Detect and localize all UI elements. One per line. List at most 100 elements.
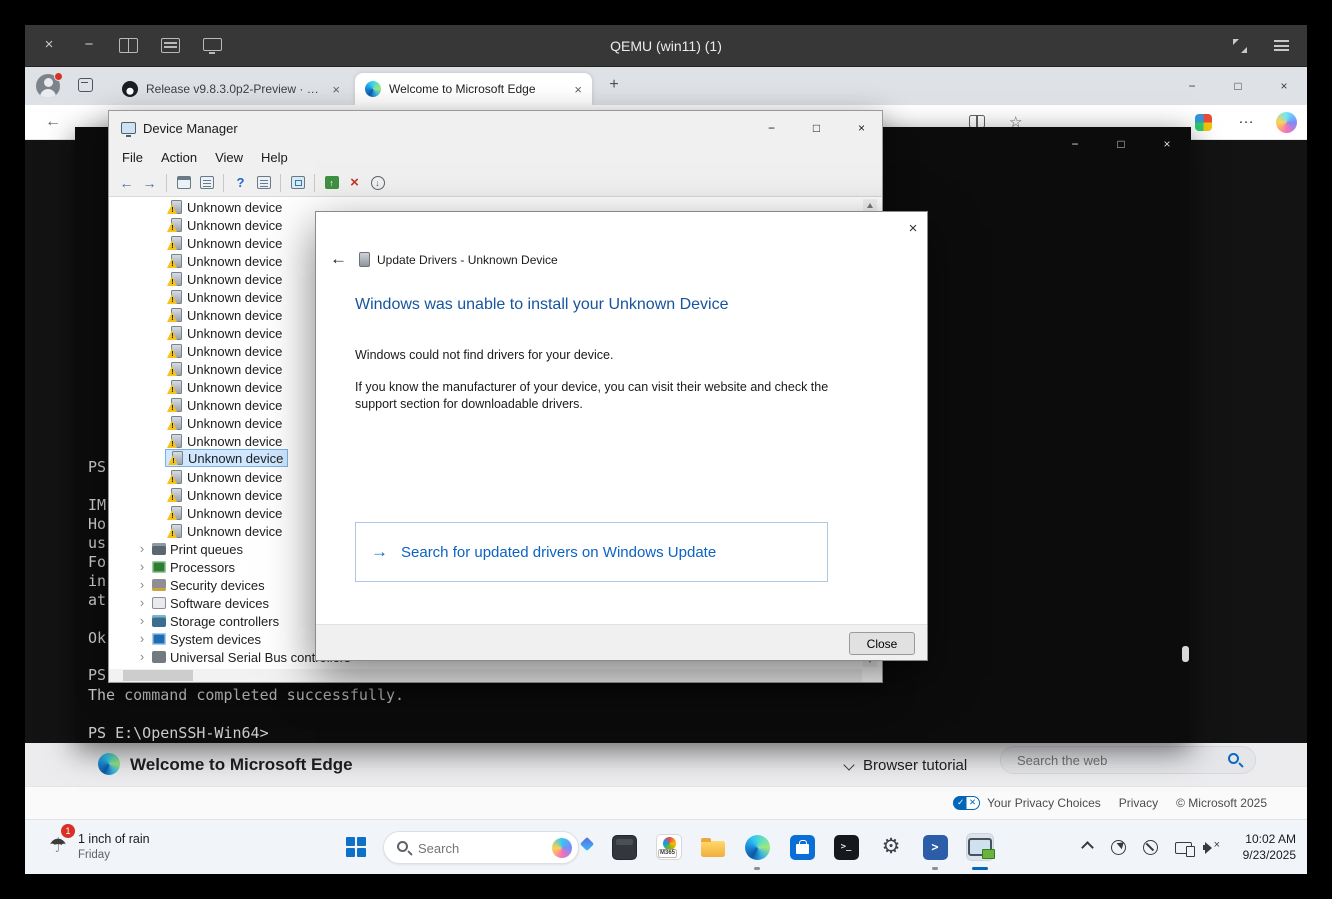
taskbar-search-input[interactable] [418, 838, 528, 858]
toolbar-properties-icon[interactable] [255, 174, 272, 191]
scrollbar-thumb[interactable] [123, 670, 193, 681]
toolbar-uninstall-icon[interactable]: × [346, 174, 363, 191]
close-button[interactable]: Close [849, 632, 915, 655]
tab-github-release[interactable]: Release v9.8.3.0p2-Preview · Pow × [112, 73, 350, 105]
menu-file[interactable]: File [113, 150, 152, 165]
search-icon[interactable] [1228, 753, 1239, 764]
tree-row-unknown-device[interactable]: Unknown device [167, 306, 282, 324]
dialog-close-icon[interactable]: × [902, 217, 924, 239]
search-highlights-icon[interactable] [580, 837, 594, 851]
tree-row-unknown-device[interactable]: Unknown device [167, 432, 282, 450]
tree-row-unknown-device[interactable]: Unknown device [167, 324, 282, 342]
extension-icon[interactable] [1195, 114, 1212, 131]
edge-close-icon[interactable]: × [1261, 67, 1307, 105]
search-windows-update-button[interactable]: → Search for updated drivers on Windows … [355, 522, 828, 582]
tree-row-category[interactable]: ›Processors [136, 558, 235, 576]
browser-menu-icon[interactable]: … [1238, 110, 1254, 128]
tree-row-unknown-device[interactable]: Unknown device [167, 396, 282, 414]
dm-close-icon[interactable]: × [839, 111, 884, 145]
chevron-right-icon[interactable]: › [136, 561, 148, 573]
ps-close-icon[interactable]: × [1144, 127, 1190, 160]
tree-row-category[interactable]: ›Software devices [136, 594, 269, 612]
tree-row-unknown-device[interactable]: Unknown device [167, 486, 282, 504]
tab-close-icon[interactable]: × [332, 82, 340, 97]
taskbar-app-file-explorer[interactable] [699, 833, 727, 861]
tree-row-unknown-device[interactable]: Unknown device [167, 468, 282, 486]
web-search-box[interactable] [1000, 746, 1256, 774]
toolbar-help-icon[interactable]: ? [232, 174, 249, 191]
tree-row-unknown-device[interactable]: Unknown device [167, 522, 282, 540]
privacy-link[interactable]: Privacy [1119, 796, 1158, 810]
chevron-right-icon[interactable]: › [136, 579, 148, 591]
browser-tutorial-dropdown[interactable]: Browser tutorial [845, 752, 967, 778]
toolbar-scan-icon[interactable] [289, 174, 306, 191]
weather-icon[interactable]: ☂ [49, 834, 67, 858]
taskbar-search-box[interactable] [383, 831, 579, 864]
tree-row-unknown-device[interactable]: Unknown device [167, 378, 282, 396]
privacy-choices-link[interactable]: Your Privacy Choices [953, 796, 1101, 810]
tree-row-unknown-device[interactable]: Unknown device [167, 198, 282, 216]
dm-minimize-icon[interactable]: − [749, 111, 794, 145]
web-search-input[interactable] [1017, 751, 1207, 769]
taskbar-app-settings[interactable]: ⚙ [877, 833, 905, 861]
edge-maximize-icon[interactable]: □ [1215, 67, 1261, 105]
weather-title[interactable]: 1 inch of rain [78, 832, 150, 846]
taskbar-app-edge[interactable] [743, 833, 771, 861]
taskbar-app-terminal[interactable]: >_ [832, 833, 860, 861]
volume-muted-icon[interactable] [1203, 840, 1220, 855]
tree-row-unknown-device[interactable]: Unknown device [167, 216, 282, 234]
tab-close-icon[interactable]: × [574, 82, 582, 97]
toolbar-list-icon[interactable] [198, 174, 215, 191]
sync-icon[interactable] [1111, 840, 1126, 855]
taskbar-app-dark-window[interactable] [610, 833, 638, 861]
menu-action[interactable]: Action [152, 150, 206, 165]
taskbar-app-powershell[interactable]: > [921, 833, 949, 861]
chevron-right-icon[interactable]: › [136, 651, 148, 663]
tree-row-unknown-device-selected[interactable]: Unknown device [165, 449, 288, 467]
edge-minimize-icon[interactable]: − [1169, 67, 1215, 105]
toolbar-forward-icon[interactable]: → [141, 174, 158, 191]
do-not-disturb-icon[interactable] [1143, 840, 1158, 855]
browser-back-icon[interactable]: ← [45, 113, 61, 131]
tree-row-unknown-device[interactable]: Unknown device [167, 234, 282, 252]
taskbar-clock[interactable]: 10:02 AM 9/23/2025 [1243, 831, 1296, 863]
weather-subtitle[interactable]: Friday [78, 849, 110, 861]
tree-row-unknown-device[interactable]: Unknown device [167, 504, 282, 522]
chevron-right-icon[interactable]: › [136, 633, 148, 645]
scroll-up-icon[interactable] [867, 203, 873, 208]
menu-help[interactable]: Help [252, 150, 297, 165]
taskbar-app-m365[interactable]: M365 [655, 833, 683, 861]
toolbar-back-icon[interactable]: ← [118, 174, 135, 191]
tree-horizontal-scrollbar[interactable] [109, 669, 862, 682]
start-button[interactable] [346, 837, 366, 857]
dialog-back-icon[interactable]: ← [330, 249, 347, 269]
chevron-right-icon[interactable]: › [136, 615, 148, 627]
chevron-right-icon[interactable]: › [136, 597, 148, 609]
copilot-search-icon[interactable] [552, 838, 572, 858]
tree-row-category[interactable]: ›Storage controllers [136, 612, 279, 630]
dm-maximize-icon[interactable]: □ [794, 111, 839, 145]
terminal-scrollbar-thumb[interactable] [1182, 646, 1189, 662]
toolbar-disable-icon[interactable]: ↓ [369, 174, 386, 191]
tree-row-unknown-device[interactable]: Unknown device [167, 288, 282, 306]
qemu-menu-icon[interactable] [1274, 40, 1289, 51]
new-tab-icon[interactable]: + [606, 76, 622, 94]
tree-row-unknown-device[interactable]: Unknown device [167, 342, 282, 360]
tree-row-unknown-device[interactable]: Unknown device [167, 360, 282, 378]
ps-maximize-icon[interactable]: □ [1098, 127, 1144, 160]
tray-overflow-icon[interactable] [1081, 841, 1094, 854]
toolbar-window-icon[interactable] [175, 174, 192, 191]
tab-edge-welcome[interactable]: Welcome to Microsoft Edge × [355, 73, 592, 105]
tree-row-category[interactable]: ›Print queues [136, 540, 243, 558]
tree-row-category[interactable]: ›Security devices [136, 576, 265, 594]
copilot-icon[interactable] [1276, 112, 1297, 133]
tree-row-category[interactable]: ›System devices [136, 630, 261, 648]
tab-actions-icon[interactable] [78, 78, 93, 92]
menu-view[interactable]: View [206, 150, 252, 165]
ps-minimize-icon[interactable]: − [1052, 127, 1098, 160]
tree-row-unknown-device[interactable]: Unknown device [167, 252, 282, 270]
qemu-fullscreen-icon[interactable] [1233, 39, 1247, 53]
tree-row-unknown-device[interactable]: Unknown device [167, 414, 282, 432]
cast-display-icon[interactable] [1175, 842, 1192, 854]
tree-row-unknown-device[interactable]: Unknown device [167, 270, 282, 288]
